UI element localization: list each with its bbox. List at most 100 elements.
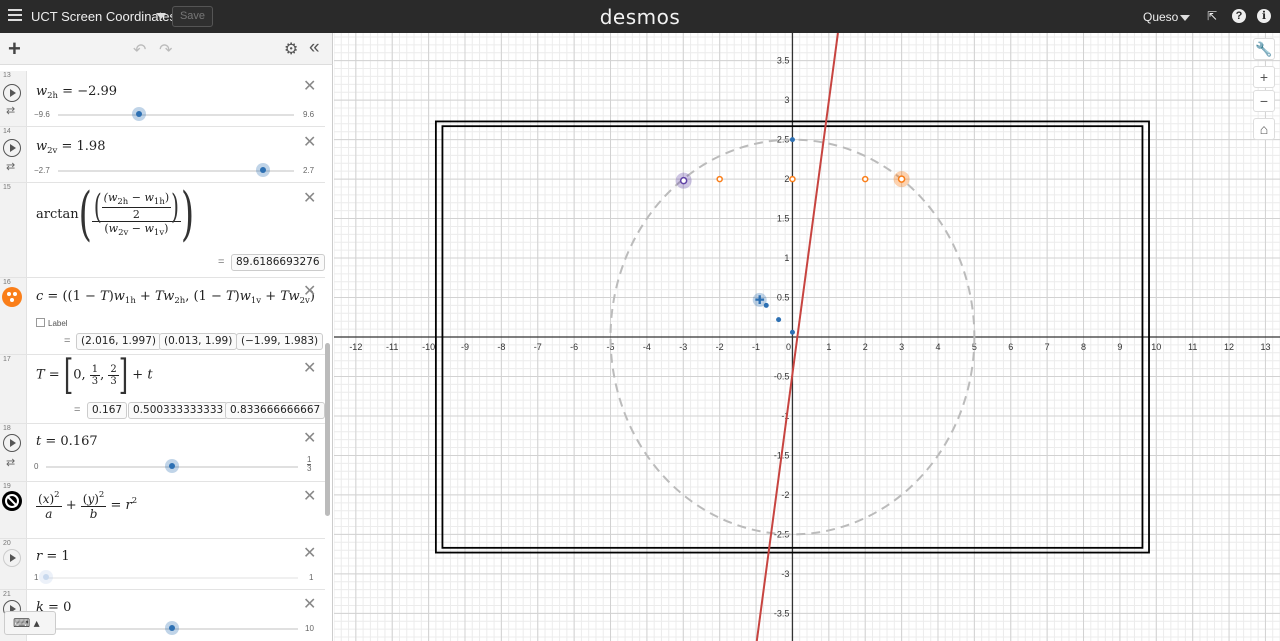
play-icon[interactable]	[3, 139, 21, 157]
point-list-expression[interactable]: c = ((1 − T)w1h + Tw2h, (1 − T)w1v + Tw2…	[36, 289, 315, 306]
expression-number: 16	[3, 279, 11, 286]
x-tick-label: 10	[1151, 342, 1161, 352]
gear-icon[interactable]: ⚙	[284, 39, 298, 59]
loop-icon[interactable]: ⇄	[6, 456, 15, 469]
slider-thumb[interactable]	[132, 107, 147, 121]
zoom-in-button[interactable]: +	[1253, 66, 1275, 88]
slider-definition[interactable]: r = 1	[36, 549, 70, 564]
slider-definition[interactable]: w2v = 1.98	[36, 139, 105, 156]
orange-point	[716, 175, 723, 183]
expression-number: 21	[3, 591, 11, 598]
close-icon[interactable]: ✕	[303, 358, 316, 378]
slider-max[interactable]: 9.6	[303, 110, 314, 119]
keyboard-toggle-button[interactable]: ⌨ ▴	[4, 611, 56, 635]
slider-min[interactable]: −9.6	[34, 110, 50, 119]
shade-style-icon[interactable]	[2, 491, 22, 511]
graph-title[interactable]: UCT Screen Coordinates	[31, 9, 176, 24]
play-icon[interactable]	[3, 434, 21, 452]
x-tick-label: 1	[826, 342, 831, 352]
y-tick-label: -3	[781, 569, 789, 579]
x-tick-label: -2	[716, 342, 724, 352]
close-icon[interactable]: ✕	[303, 594, 316, 614]
slider-min[interactable]: 0	[34, 462, 38, 471]
close-icon[interactable]: ✕	[303, 76, 316, 96]
loop-icon[interactable]: ⇄	[6, 160, 15, 173]
x-tick-label: -12	[349, 342, 362, 352]
slider-definition[interactable]: w2h = −2.99	[36, 84, 117, 101]
expression-16[interactable]: 16 c = ((1 − T)w1h + Tw2h, (1 − T)w1v + …	[0, 278, 325, 355]
slider-definition[interactable]: t = 0.167	[36, 434, 98, 449]
wrench-icon[interactable]: 🔧	[1253, 38, 1275, 60]
ellipse-equation[interactable]: (x)2 a + (y)2 b = r2	[36, 490, 137, 521]
slider-thumb[interactable]	[165, 621, 179, 635]
undo-icon[interactable]: ↶	[133, 40, 146, 60]
close-icon[interactable]: ✕	[303, 543, 316, 563]
collapse-list-icon[interactable]: «	[309, 37, 320, 59]
expression-number: 18	[3, 425, 11, 432]
hamburger-icon[interactable]	[8, 9, 22, 23]
slider-thumb[interactable]	[165, 459, 179, 473]
close-icon[interactable]: ✕	[303, 428, 316, 448]
x-tick-label: 6	[1008, 342, 1013, 352]
x-tick-label: -8	[497, 342, 505, 352]
orange-point	[897, 175, 906, 183]
graph-canvas[interactable]: -12 -11 -10 -9 -8 -7 -6 -5 -4 -3 -2 -1 0 1 2 3 4 5 6 7 8 9 10 1…	[334, 33, 1280, 641]
x-tick-label: -9	[461, 342, 469, 352]
label-checkbox[interactable]	[36, 318, 45, 327]
scrollbar[interactable]	[325, 343, 330, 516]
zoom-out-button[interactable]: −	[1253, 90, 1275, 112]
chevron-down-icon[interactable]	[156, 13, 166, 19]
chevron-down-icon[interactable]	[1180, 15, 1190, 21]
slider-max[interactable]: 2.7	[303, 166, 314, 175]
expression-14[interactable]: 14 ⇄ w2v = 1.98 ✕ −2.7 2.7	[0, 127, 325, 183]
loop-icon[interactable]: ⇄	[6, 104, 15, 117]
blue-point	[776, 317, 782, 323]
hidden-circle-icon[interactable]	[3, 549, 21, 567]
expression-13[interactable]: 13 ⇄ w2h = −2.99 ✕ −9.6 9.6	[0, 71, 325, 127]
slider-track[interactable]	[46, 577, 298, 579]
language-icon[interactable]: ℹ	[1257, 9, 1271, 23]
slider-max[interactable]: 10	[305, 624, 314, 633]
close-icon[interactable]: ✕	[303, 281, 316, 301]
home-icon[interactable]: ⌂	[1253, 118, 1275, 140]
expression-20[interactable]: 20 r = 1 ✕ 1 1	[0, 539, 325, 590]
x-tick-label: -11	[386, 342, 398, 352]
blue-point	[789, 329, 795, 335]
expression-toolbar: + ↶ ↷ ⚙ «	[0, 33, 333, 65]
user-menu[interactable]: Queso	[1143, 10, 1178, 24]
x-tick-label: 2	[863, 342, 868, 352]
help-icon[interactable]: ?	[1232, 9, 1246, 23]
redo-icon[interactable]: ↷	[159, 40, 172, 60]
slider-max[interactable]: 13	[307, 456, 312, 473]
x-tick-label: 0	[786, 342, 791, 352]
arctan-expression[interactable]: arctan(((w2h − w1h) 2) (w2v − w1v))	[36, 181, 194, 249]
share-icon[interactable]: ⇱	[1205, 9, 1219, 23]
list-expression[interactable]: T = [0, 13, 2 3] + t	[36, 351, 153, 399]
x-tick-label: 7	[1045, 342, 1050, 352]
evaluation-result: (2.016, 1.997)	[76, 333, 161, 350]
label-text: Label	[48, 319, 68, 328]
slider-track[interactable]	[58, 114, 294, 116]
play-icon[interactable]	[3, 84, 21, 102]
slider-thumb[interactable]	[255, 163, 270, 177]
evaluation-result: (−1.99, 1.983)	[236, 333, 324, 350]
expression-18[interactable]: 18 ⇄ t = 0.167 ✕ 0 13	[0, 424, 325, 482]
expression-15[interactable]: 15 arctan(((w2h − w1h) 2) (w2v − w1v)) ✕ =…	[0, 181, 325, 278]
close-icon[interactable]: ✕	[303, 486, 316, 506]
slider-min[interactable]: −2.7	[34, 166, 50, 175]
save-button[interactable]: Save	[172, 6, 213, 27]
keyboard-icon: ⌨	[13, 616, 31, 630]
expression-19[interactable]: 19 (x)2 a + (y)2 b = r2 ✕	[0, 482, 325, 539]
point-style-icon[interactable]	[2, 287, 22, 307]
x-tick-label: -10	[422, 342, 435, 352]
expression-list: 13 ⇄ w2h = −2.99 ✕ −9.6 9.6 14 ⇄ w2v = 1…	[0, 65, 333, 641]
slider-max[interactable]: 1	[309, 573, 313, 582]
add-expression-button[interactable]: +	[8, 36, 21, 62]
expression-17[interactable]: 17 T = [0, 13, 2 3] + t ✕ = 0.167 0.50033…	[0, 351, 326, 424]
slider-thumb[interactable]	[39, 570, 53, 584]
close-icon[interactable]: ✕	[303, 132, 316, 152]
evaluation-result: 0.833666666667	[225, 402, 326, 419]
slider-min[interactable]: 1	[34, 573, 38, 582]
close-icon[interactable]: ✕	[303, 188, 316, 208]
graph-svg[interactable]: -12 -11 -10 -9 -8 -7 -6 -5 -4 -3 -2 -1 0 1 2 3 4 5 6 7 8 9 10 1…	[334, 33, 1280, 641]
